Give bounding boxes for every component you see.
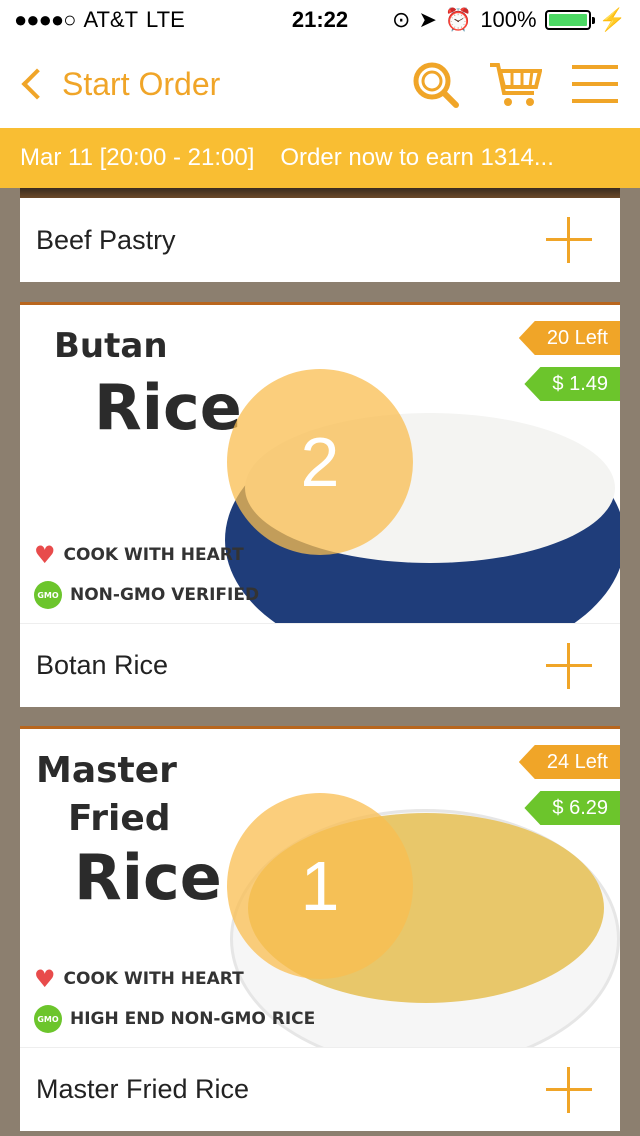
gmo-free-icon: GMO [34,1005,62,1033]
status-bar: ●●●●○ AT&T LTE 21:22 ⊙ ➤ ⏰ 100% ⚡ [0,0,640,40]
title-line: Butan [54,326,168,366]
item-name: Botan Rice [36,650,169,680]
cart-count-badge: 2 [227,369,413,555]
location-icon: ➤ [418,7,437,32]
title-line: Master [36,750,177,791]
clock: 21:22 [291,7,349,32]
gmo-free-icon: GMO [34,581,62,609]
food-image: Master Fried Rice 1 24 Left $ 6.29 ♥ COOK… [20,729,620,1047]
heart-icon: ♥ [34,965,56,993]
claim-text: COOK WITH HEART [63,969,244,989]
item-name: Beef Pastry [36,224,176,255]
charging-icon: ⚡ [598,7,626,32]
back-label: Start Order [62,65,221,102]
network: LTE [146,7,185,32]
add-to-cart-button[interactable] [546,642,592,689]
claim-text: HIGH END NON-GMO RICE [70,1009,316,1029]
add-to-cart-button[interactable] [546,1066,592,1113]
menu-button[interactable] [568,57,622,111]
nav-bar: Start Order [0,40,640,128]
claims: ♥ COOK WITH HEART GMO HIGH END NON-GMO RIC… [34,953,315,1033]
banner-message: Order now to earn 1314... [280,144,554,171]
food-image [20,188,620,198]
claims: ♥ COOK WITH HEART GMO NON-GMO VERIFIED [34,529,259,609]
cart-icon [490,63,542,106]
title-line: Fried [68,798,171,839]
cart-button[interactable] [488,57,542,111]
menu-item-card[interactable]: Master Fried Rice 1 24 Left $ 6.29 ♥ COOK… [20,726,620,1131]
alarm-icon: ⏰ [444,7,473,32]
add-to-cart-button[interactable] [546,217,592,263]
hamburger-menu-icon [572,65,618,103]
delivery-slot: Mar 11 [20:00 - 21:00] [20,144,255,171]
item-name: Master Fried Rice [36,1074,250,1104]
title-line: Rice [94,371,242,444]
title-line: Rice [74,841,222,914]
lock-rotation-icon: ⊙ [392,7,411,32]
item-title-art: Butan Rice [36,329,242,439]
claim-text: NON-GMO VERIFIED [70,585,260,605]
back-button[interactable]: Start Order [18,66,220,103]
signal-icon: ●●●●○ [14,7,76,32]
menu-list[interactable]: Beef Pastry Butan Rice 2 20 Left $ 1.49 … [0,188,640,1136]
battery-percent: 100% [480,7,537,32]
chevron-left-icon [21,68,53,100]
food-image: Butan Rice 2 20 Left $ 1.49 ♥ COOK WITH H… [20,305,620,623]
delivery-banner[interactable]: Mar 11 [20:00 - 21:00] Order now to earn… [0,128,640,188]
stock-tag: 24 Left [518,745,620,779]
price-tag: $ 6.29 [524,791,620,825]
cart-count-badge: 1 [227,793,413,979]
heart-icon: ♥ [34,541,56,569]
battery-icon [544,10,595,30]
search-icon [413,62,459,108]
claim-text: COOK WITH HEART [63,545,244,565]
menu-item-card[interactable]: Butan Rice 2 20 Left $ 1.49 ♥ COOK WITH H… [20,302,620,707]
search-button[interactable] [408,57,462,111]
item-title-art: Master Fried Rice [36,753,222,909]
carrier: AT&T [83,7,139,32]
menu-item-card[interactable]: Beef Pastry [20,188,620,282]
price-tag: $ 1.49 [524,367,620,401]
stock-tag: 20 Left [518,321,620,355]
